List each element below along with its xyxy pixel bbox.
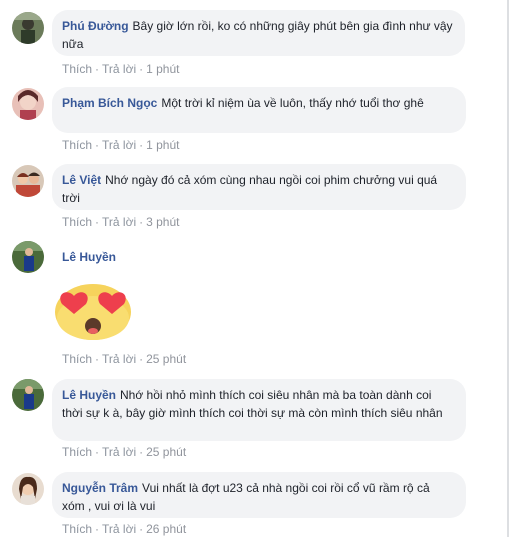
comment-author[interactable]: Lê Huyền [62,388,116,402]
like-link[interactable]: Thích [62,352,92,366]
comment-bubble: Phú Đường Bây giờ lớn rồi, ko có những gi… [52,10,465,56]
comment-actions: Thích · Trả lời · 26 phút [62,522,187,536]
comment-bubble: Lê Việt Nhớ ngày đó cả xóm cùng nhau ngồi… [52,164,466,210]
comment-time[interactable]: 1 phút [146,62,179,76]
like-link[interactable]: Thích [62,62,92,76]
avatar[interactable] [12,473,44,505]
comment-author[interactable]: Lê Việt [62,173,101,187]
comment-time[interactable]: 25 phút [146,445,186,459]
reply-link[interactable]: Trả lời [102,138,136,152]
avatar[interactable] [12,241,44,273]
comment-text: Một trời kỉ niệm ùa về luôn, thấy nhớ tu… [161,96,424,110]
comment-time[interactable]: 26 phút [146,522,186,536]
avatar[interactable] [12,379,44,411]
comment-actions: Thích · Trả lời · 1 phút [62,138,180,152]
avatar[interactable] [12,88,44,120]
comment-author[interactable]: Lê Huyền [62,248,116,266]
comment-actions: Thích · Trả lời · 1 phút [62,62,180,76]
comment-bubble: Lê Huyền Nhớ hồi nhỏ mình thích coi siêu … [52,379,466,441]
comment-text: Nhớ hồi nhỏ mình thích coi siêu nhân mà … [62,388,443,420]
reply-link[interactable]: Trả lời [102,522,136,536]
comment-author[interactable]: Phạm Bích Ngọc [62,96,157,110]
reply-link[interactable]: Trả lời [102,352,136,366]
comment-author[interactable]: Nguyễn Trâm [62,481,138,495]
comment-author[interactable]: Phú Đường [62,19,129,33]
like-link[interactable]: Thích [62,445,92,459]
comment-text: Nhớ ngày đó cả xóm cùng nhau ngồi coi ph… [62,173,438,205]
comment-time[interactable]: 1 phút [146,138,179,152]
reply-link[interactable]: Trả lời [102,62,136,76]
avatar[interactable] [12,165,44,197]
comment-bubble: Phạm Bích Ngọc Một trời kỉ niệm ùa về luô… [52,87,466,133]
comment-time[interactable]: 3 phút [146,215,179,229]
heart-eyes-emoji [50,282,136,345]
reply-link[interactable]: Trả lời [102,445,136,459]
like-link[interactable]: Thích [62,522,92,536]
comment-bubble: Nguyễn Trâm Vui nhất là đợt u23 cả nhà ng… [52,472,466,518]
comment-actions: Thích · Trả lời · 25 phút [62,445,187,459]
like-link[interactable]: Thích [62,138,92,152]
comment-actions: Thích · Trả lời · 25 phút [62,352,187,366]
comment-actions: Thích · Trả lời · 3 phút [62,215,180,229]
comment-time[interactable]: 25 phút [146,352,186,366]
like-link[interactable]: Thích [62,215,92,229]
reply-link[interactable]: Trả lời [102,215,136,229]
avatar[interactable] [12,12,44,44]
